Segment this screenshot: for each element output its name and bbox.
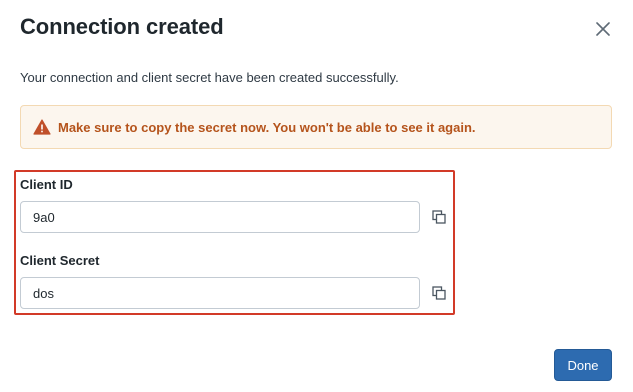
copy-client-secret-button[interactable]: [430, 284, 448, 302]
close-button[interactable]: [592, 18, 614, 40]
close-icon: [596, 22, 610, 36]
dialog-description: Your connection and client secret have b…: [20, 70, 399, 85]
client-id-label: Client ID: [20, 177, 73, 192]
copy-icon: [432, 286, 446, 300]
dialog-title: Connection created: [20, 14, 224, 39]
client-id-field[interactable]: [20, 201, 420, 233]
client-secret-label: Client Secret: [20, 253, 100, 268]
client-secret-field[interactable]: [20, 277, 420, 309]
warning-text: Make sure to copy the secret now. You wo…: [58, 119, 476, 135]
warning-alert: Make sure to copy the secret now. You wo…: [20, 105, 612, 149]
warning-icon: [33, 119, 51, 135]
done-button[interactable]: Done: [554, 349, 612, 381]
copy-icon: [432, 210, 446, 224]
connection-created-dialog: Connection created Your connection and c…: [0, 0, 633, 392]
copy-client-id-button[interactable]: [430, 208, 448, 226]
